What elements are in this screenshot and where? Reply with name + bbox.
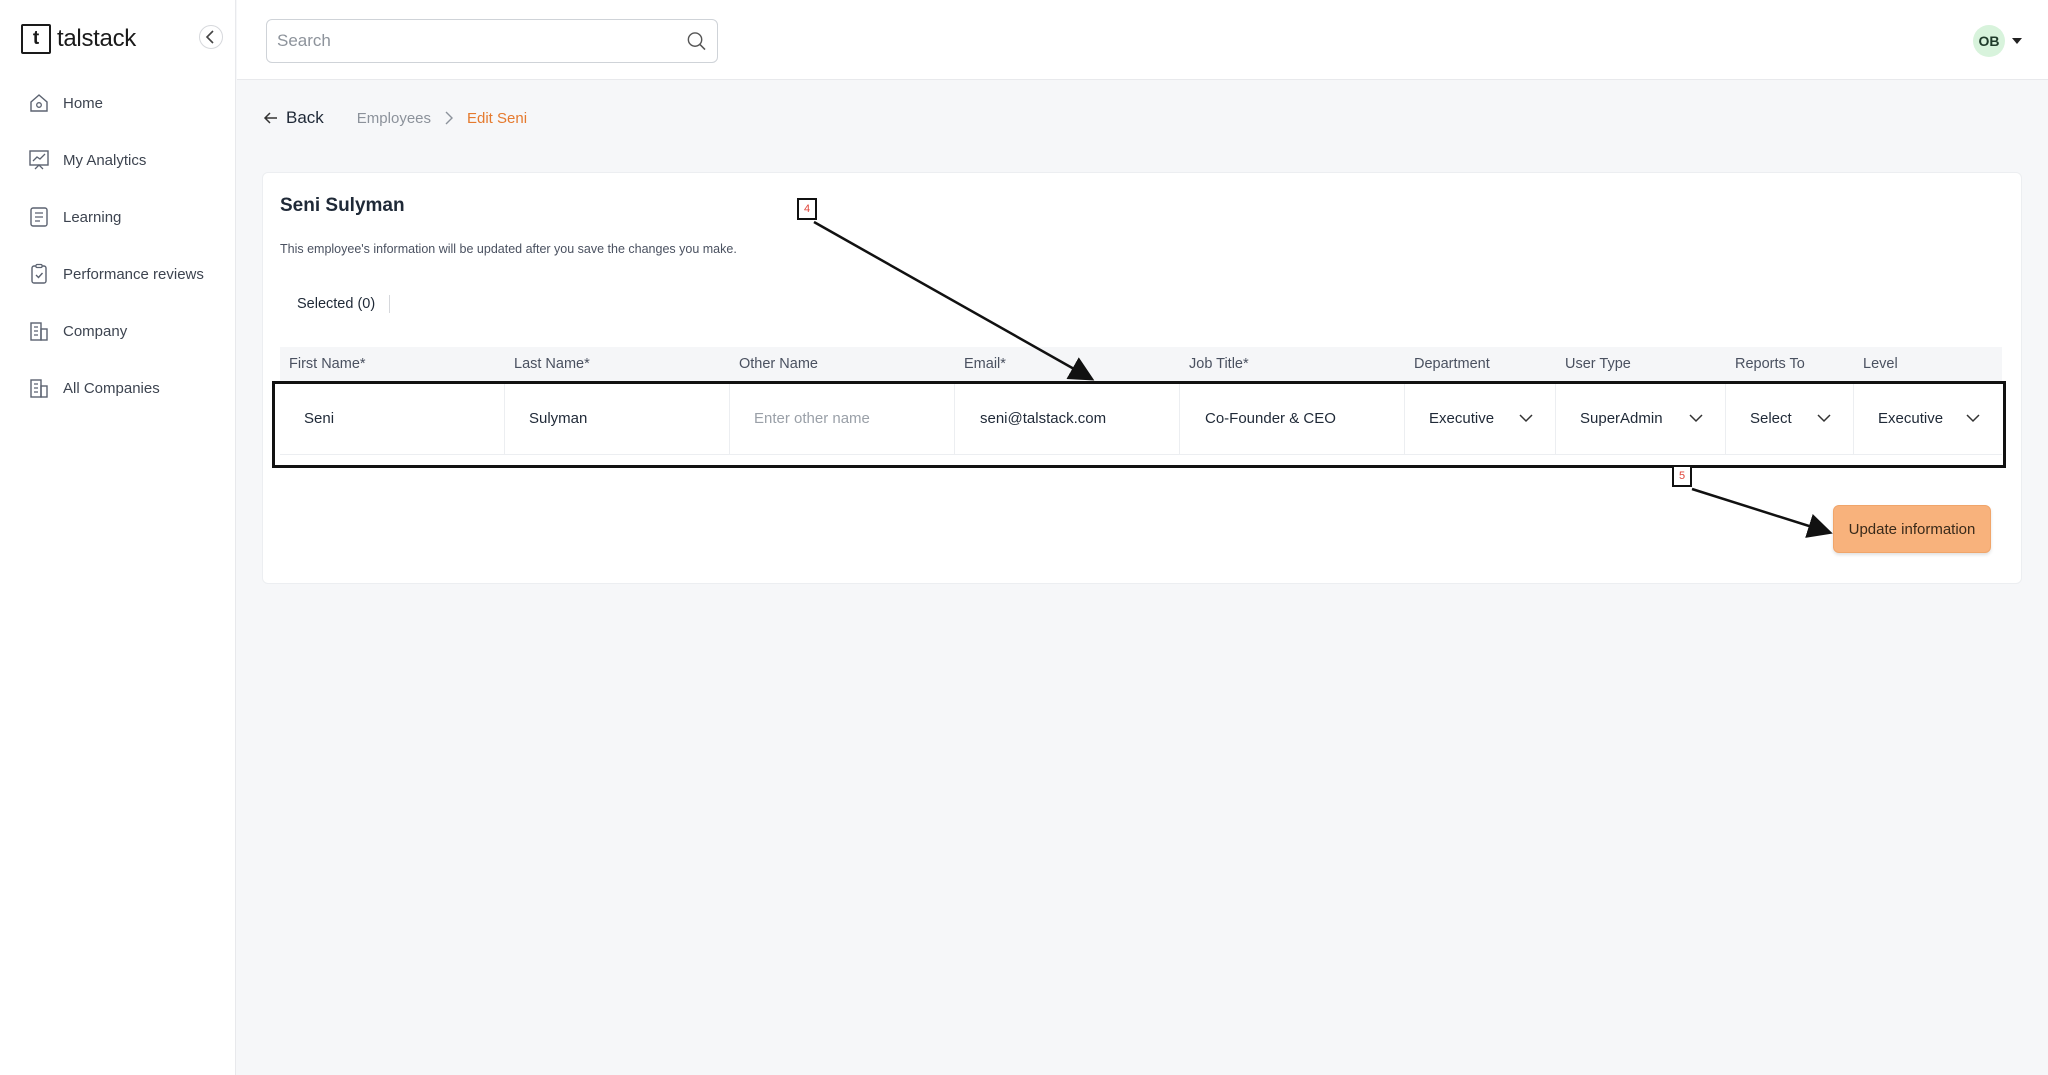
first-name-input[interactable] bbox=[280, 410, 504, 427]
user-type-value: SuperAdmin bbox=[1580, 410, 1663, 427]
sidebar-item-label: All Companies bbox=[63, 379, 160, 397]
table-header: First Name* Last Name* Other Name Email*… bbox=[280, 347, 2002, 381]
sidebar-item-home[interactable]: Home bbox=[28, 92, 103, 114]
column-header-reports-to: Reports To bbox=[1735, 356, 1805, 372]
breadcrumb-employees[interactable]: Employees bbox=[357, 110, 431, 127]
book-icon bbox=[30, 207, 48, 227]
sidebar-item-label: Company bbox=[63, 322, 128, 340]
email-cell bbox=[955, 383, 1180, 455]
department-value: Executive bbox=[1429, 410, 1495, 427]
chevron-down-icon bbox=[1689, 414, 1703, 423]
other-name-input[interactable] bbox=[730, 410, 954, 427]
update-information-button[interactable]: Update information bbox=[1833, 505, 1991, 553]
sidebar-item-label: Home bbox=[63, 94, 104, 112]
column-header-job-title: Job Title* bbox=[1189, 356, 1249, 372]
chevron-down-icon bbox=[1966, 414, 1980, 423]
sidebar-item-label: My Analytics bbox=[63, 151, 147, 169]
edit-employee-card: Seni Sulyman This employee's information… bbox=[262, 172, 2022, 584]
chevron-right-icon bbox=[445, 111, 453, 125]
top-header: OB bbox=[237, 0, 2048, 80]
column-header-first-name: First Name* bbox=[289, 356, 366, 372]
sidebar-item-company[interactable]: Company bbox=[28, 320, 127, 342]
column-header-last-name: Last Name* bbox=[514, 356, 590, 372]
job-title-cell bbox=[1180, 383, 1405, 455]
search-input[interactable] bbox=[277, 31, 687, 51]
analytics-icon bbox=[29, 150, 49, 170]
logo-mark: t bbox=[21, 24, 51, 54]
search-bar bbox=[266, 19, 718, 63]
user-type-select[interactable]: SuperAdmin bbox=[1556, 383, 1726, 455]
card-description: This employee's information will be upda… bbox=[280, 242, 737, 256]
last-name-input[interactable] bbox=[505, 410, 729, 427]
sidebar-item-my-analytics[interactable]: My Analytics bbox=[28, 149, 146, 171]
other-name-cell bbox=[730, 383, 955, 455]
home-icon bbox=[30, 94, 48, 112]
level-select[interactable]: Executive bbox=[1854, 383, 2002, 455]
level-value: Executive bbox=[1878, 410, 1944, 427]
column-header-email: Email* bbox=[964, 356, 1006, 372]
chevron-left-icon bbox=[205, 30, 214, 44]
user-menu[interactable]: OB bbox=[1973, 25, 2022, 57]
buildings-icon bbox=[30, 379, 48, 398]
column-header-department: Department bbox=[1414, 356, 1490, 372]
last-name-cell bbox=[505, 383, 730, 455]
column-header-level: Level bbox=[1863, 356, 1898, 372]
arrow-left-icon bbox=[263, 112, 277, 124]
sidebar-item-learning[interactable]: Learning bbox=[28, 206, 121, 228]
sidebar: t talstack Home My Analytics Learning Pe… bbox=[0, 0, 236, 1075]
chevron-down-icon bbox=[1817, 414, 1831, 423]
sidebar-item-label: Performance reviews bbox=[63, 265, 204, 283]
back-label: Back bbox=[286, 108, 324, 127]
column-header-user-type: User Type bbox=[1565, 356, 1631, 372]
sidebar-item-performance-reviews[interactable]: Performance reviews bbox=[28, 263, 204, 285]
logo[interactable]: t talstack bbox=[21, 24, 136, 54]
breadcrumb-current: Edit Seni bbox=[467, 109, 528, 127]
employee-name-title: Seni Sulyman bbox=[280, 195, 405, 216]
sidebar-item-label: Learning bbox=[63, 208, 122, 226]
first-name-cell bbox=[280, 383, 505, 455]
department-select[interactable]: Executive bbox=[1405, 383, 1556, 455]
breadcrumb: Back Employees Edit Seni bbox=[263, 106, 527, 130]
clipboard-check-icon bbox=[31, 263, 47, 284]
collapse-sidebar-button[interactable] bbox=[199, 25, 223, 49]
table-row: Executive SuperAdmin Select Executive bbox=[280, 383, 2002, 455]
column-header-other-name: Other Name bbox=[739, 356, 818, 372]
sidebar-item-all-companies[interactable]: All Companies bbox=[28, 377, 160, 399]
reports-to-select[interactable]: Select bbox=[1726, 383, 1854, 455]
job-title-input[interactable] bbox=[1180, 410, 1404, 427]
avatar: OB bbox=[1973, 25, 2005, 57]
email-input[interactable] bbox=[955, 410, 1179, 427]
reports-to-value: Select bbox=[1750, 410, 1792, 427]
building-icon bbox=[30, 322, 48, 341]
chevron-down-icon bbox=[1519, 414, 1533, 423]
search-icon[interactable] bbox=[686, 30, 707, 52]
selected-count: Selected (0) bbox=[297, 295, 391, 313]
caret-down-icon bbox=[2012, 38, 2022, 44]
back-button[interactable]: Back bbox=[263, 108, 324, 128]
logo-text: talstack bbox=[57, 25, 136, 52]
